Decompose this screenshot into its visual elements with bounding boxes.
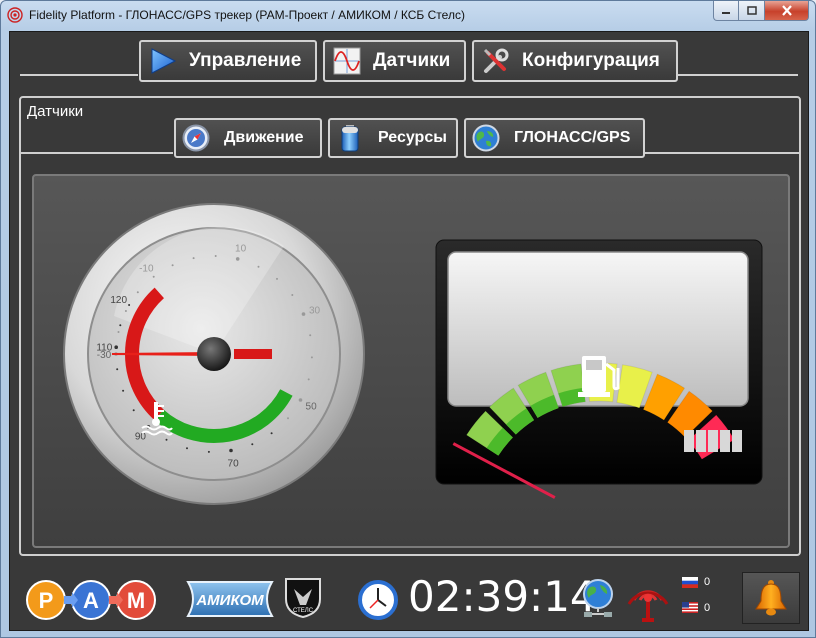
tab-control-label: Управление — [189, 50, 302, 71]
tick-mark — [116, 368, 119, 371]
client-area: Управление Датчики Конфигурация Датчики — [9, 31, 809, 631]
maximize-button[interactable] — [739, 1, 765, 21]
tick-mark — [171, 264, 174, 267]
title-bar[interactable]: Fidelity Platform - ГЛОНАСС/GPS трекер (… — [1, 1, 815, 29]
stels-logo-text: СТЕЛС — [293, 608, 314, 614]
tick-label: 70 — [228, 458, 240, 469]
subtab-resources-label: Ресурсы — [378, 129, 447, 146]
tick-mark — [257, 265, 260, 268]
tools-icon — [482, 47, 510, 75]
ram-logo: Р А М — [26, 580, 156, 620]
subtab-glonass-gps-label: ГЛОНАСС/GPS — [514, 129, 631, 146]
clock-icon — [358, 580, 398, 620]
divider — [645, 152, 801, 154]
tick-label: 120 — [110, 295, 127, 306]
tick-mark — [307, 378, 310, 381]
us-count: 0 — [704, 602, 711, 614]
tick-mark — [186, 447, 188, 450]
status-bar: Р А М АМИКОМ СТЕЛС 02:39:14 0 0 — [10, 566, 810, 630]
tick-mark — [192, 257, 195, 260]
tick-mark — [207, 450, 210, 453]
tick-mark — [214, 255, 217, 257]
compass-icon — [182, 124, 210, 152]
sensors-group-title: Датчики — [27, 103, 84, 120]
tick-mark — [229, 448, 233, 453]
tick-mark — [251, 443, 254, 446]
tick-mark — [291, 294, 294, 296]
tick-mark — [114, 345, 118, 349]
tick-mark — [128, 304, 131, 306]
tick-mark — [276, 277, 278, 280]
divider — [20, 74, 138, 76]
divider — [21, 152, 173, 154]
clock-time: 02:39:14 — [408, 572, 597, 621]
maximize-icon — [746, 6, 757, 15]
tick-mark — [136, 291, 139, 294]
temperature-gauge: -30 -10 10 30 50 70 90 110 120 — [63, 203, 365, 505]
tick-mark — [287, 417, 289, 420]
globe-icon — [472, 124, 500, 152]
tick-label: 10 — [235, 243, 247, 254]
gauge-hub — [197, 337, 231, 371]
app-window: Fidelity Platform - ГЛОНАСС/GPS трекер (… — [0, 0, 816, 638]
tick-label: 110 — [96, 342, 112, 353]
tick-mark — [119, 324, 122, 327]
tick-mark — [152, 275, 155, 278]
ram-logo-letter: М — [127, 588, 145, 613]
ram-logo-letter: Р — [39, 588, 54, 613]
tab-configuration-label: Конфигурация — [522, 50, 660, 71]
minimize-button[interactable] — [713, 1, 739, 21]
divider — [678, 74, 798, 76]
russian-flag-icon[interactable] — [682, 577, 698, 588]
fuel-gauge — [435, 239, 763, 499]
gauges-canvas: -30 -10 10 30 50 70 90 110 120 — [63, 203, 763, 505]
tick-mark — [298, 398, 303, 402]
ram-logo-letter: А — [83, 588, 99, 613]
subtab-motion-label: Движение — [224, 129, 304, 146]
tick-label: 90 — [135, 432, 147, 443]
tick-mark — [310, 356, 313, 359]
tick-label: -10 — [139, 263, 154, 274]
fuel-indicator-blocks — [684, 430, 742, 452]
tab-sensors[interactable]: Датчики — [323, 40, 466, 82]
tab-sensors-label: Датчики — [373, 50, 451, 71]
network-globe-icon[interactable] — [580, 578, 616, 618]
tick-mark — [132, 409, 135, 412]
window-title: Fidelity Platform - ГЛОНАСС/GPS трекер (… — [29, 8, 465, 22]
play-icon — [149, 47, 177, 75]
bell-icon — [755, 580, 787, 616]
tab-control[interactable]: Управление — [139, 40, 317, 82]
stels-logo: СТЕЛС — [285, 578, 321, 619]
amikom-logo-text: АМИКОМ — [195, 592, 264, 609]
minimize-icon — [722, 11, 730, 14]
close-icon — [781, 5, 792, 16]
sine-chart-icon — [333, 47, 361, 75]
tick-mark — [235, 257, 240, 261]
tick-mark — [309, 334, 312, 337]
battery-icon — [336, 124, 364, 152]
alarm-button[interactable] — [742, 572, 800, 624]
tab-configuration[interactable]: Конфигурация — [472, 40, 678, 82]
subtab-motion[interactable]: Движение — [174, 118, 322, 158]
subtab-glonass-gps[interactable]: ГЛОНАСС/GPS — [464, 118, 645, 158]
tick-mark — [117, 331, 120, 333]
ru-count: 0 — [704, 576, 711, 588]
tick-mark — [270, 432, 273, 435]
tick-label: 50 — [306, 402, 318, 413]
tick-mark — [122, 389, 125, 392]
app-antenna-icon — [7, 7, 23, 23]
close-button[interactable] — [765, 1, 809, 21]
sensors-group: Датчики Движение Ресурсы ГЛОНАСС/GPS -30… — [19, 96, 801, 556]
main-tab-bar: Управление Датчики Конфигурация — [10, 40, 810, 84]
tick-label: 30 — [309, 305, 321, 316]
us-flag-icon[interactable] — [682, 602, 698, 613]
tick-mark — [165, 438, 168, 441]
subtab-resources[interactable]: Ресурсы — [328, 118, 458, 158]
tick-mark — [301, 312, 306, 316]
tick-mark — [124, 310, 127, 312]
antenna-icon[interactable] — [626, 574, 670, 624]
gauges-panel: -30 -10 10 30 50 70 90 110 120 — [32, 174, 790, 548]
amikom-logo: АМИКОМ — [186, 581, 274, 617]
